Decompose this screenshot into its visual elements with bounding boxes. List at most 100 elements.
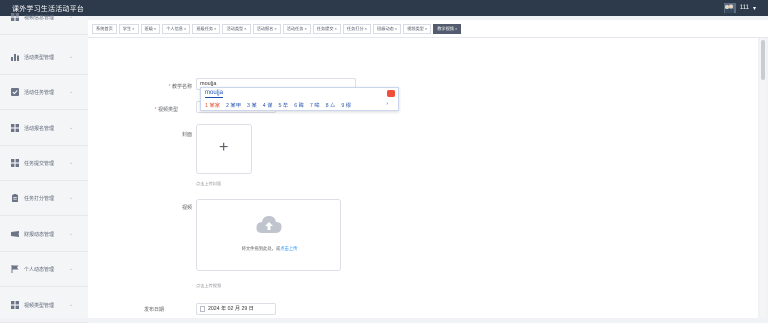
ime-candidate[interactable]: 2 某甲 [226, 101, 241, 109]
tab[interactable]: 个人信息 × [162, 24, 191, 34]
tab-label[interactable]: 活动报名 [257, 25, 274, 33]
click-upload-link[interactable]: 点击上传 [280, 246, 297, 251]
grid-icon [11, 13, 19, 21]
tab[interactable]: 班级动态 × [373, 24, 402, 34]
tab-list: 系统首页 学生 × 班级 × 个人信息 × 班级任务 × 活动类型 × 活动报名 × 活动任务 × 任务提交 ×… [92, 24, 462, 34]
close-icon[interactable]: × [214, 25, 216, 33]
tab[interactable]: 班级任务 × [192, 24, 221, 34]
tab-label[interactable]: 活动类型 [226, 25, 243, 33]
ticket-icon [11, 230, 19, 238]
chevron-down-icon[interactable]: ⌄ [68, 89, 74, 95]
sidebar-item-label: 视频类型管理 [24, 302, 55, 309]
close-icon[interactable]: × [274, 25, 276, 33]
ime-candidate[interactable]: 9 缪 [341, 101, 351, 109]
tab[interactable]: 活动类型 × [222, 24, 251, 34]
tab-label[interactable]: 教学视频 [437, 25, 454, 33]
tab[interactable]: 活动任务 × [282, 24, 311, 34]
tab[interactable]: 教学视频 × [433, 24, 462, 34]
calendar-icon [200, 306, 205, 312]
ime-candidate[interactable]: 8 厶 [326, 101, 336, 109]
type-label: * 视频类型 [154, 107, 178, 113]
chevron-down-icon[interactable]: ⌄ [68, 231, 74, 237]
chevron-down-icon[interactable]: ⌄ [68, 160, 74, 166]
tab-label[interactable]: 学生 [123, 25, 131, 33]
flag-icon [11, 265, 19, 273]
sidebar: 视频信息管理 ⌄ 活动类型管理 ⌄ 活动任务管理 ⌄ 活动报名管理 ⌄ 任务提交管理 ⌄ 任务打分管… [0, 13, 88, 323]
ime-candidate[interactable]: 3 某 [247, 101, 257, 109]
video-upload-dropzone[interactable]: 将文件拖到此处，或点击上传 [196, 199, 341, 271]
video-drop-text: 将文件拖到此处，或点击上传 [241, 246, 298, 251]
caret-down-icon[interactable]: ▾ [753, 5, 756, 12]
close-icon[interactable]: × [244, 25, 246, 33]
close-icon[interactable]: × [395, 25, 397, 33]
tab-label[interactable]: 个人信息 [166, 25, 183, 33]
close-icon[interactable]: × [184, 25, 186, 33]
sidebar-item[interactable]: 任务提交管理 ⌄ [0, 146, 88, 181]
tab-label[interactable]: 班级动态 [377, 25, 394, 33]
chevron-down-icon[interactable]: ⌄ [68, 54, 74, 60]
chevron-down-icon[interactable]: ⌄ [68, 266, 74, 272]
sidebar-item-label: 任务提交管理 [24, 160, 55, 167]
main-scrollbar[interactable] [760, 38, 766, 318]
ime-candidate-list: 1 某家 2 某甲 3 某 4 谋 5 牟 6 眸 7 哞 8 厶 9 缪 [205, 101, 351, 109]
chevron-down-icon[interactable]: ⌄ [68, 125, 74, 131]
close-icon[interactable]: × [365, 25, 367, 33]
plus-icon: + [219, 139, 229, 156]
chevron-down-icon[interactable]: ⌄ [68, 14, 74, 20]
tab-label[interactable]: 任务打分 [347, 25, 364, 33]
close-icon[interactable]: × [132, 25, 134, 33]
tab[interactable]: 学生 × [118, 24, 139, 34]
tab-label[interactable]: 班级任务 [196, 25, 213, 33]
chevron-down-icon[interactable]: ⌄ [68, 302, 74, 308]
ime-candidate[interactable]: 6 眸 [294, 101, 304, 109]
grid-icon [11, 159, 19, 167]
tab-label[interactable]: 系统首页 [96, 25, 113, 33]
cloud-upload-icon [256, 216, 282, 233]
avatar [723, 3, 736, 13]
name-label: * 教学名称 [168, 84, 192, 90]
next-page-icon[interactable]: › [386, 101, 388, 107]
sidebar-item[interactable]: 任务打分管理 ⌄ [0, 181, 88, 216]
sidebar-item-label: 任务打分管理 [24, 195, 55, 202]
chevron-down-icon[interactable]: ⌄ [68, 195, 74, 201]
ime-composition: mou|ja [205, 90, 223, 98]
ime-candidate[interactable]: 5 牟 [278, 101, 288, 109]
close-icon[interactable]: × [335, 25, 337, 33]
close-icon[interactable]: × [425, 25, 427, 33]
sidebar-item[interactable]: 个人动态管理 ⌄ [0, 252, 88, 287]
close-icon[interactable]: × [455, 25, 457, 33]
user-menu[interactable]: 111 ▾ [723, 3, 756, 13]
date-label: 发布日期 [143, 307, 164, 313]
sidebar-item[interactable]: 活动报名管理 ⌄ [0, 111, 88, 146]
video-label: 视频 [181, 205, 192, 211]
publish-date-input[interactable]: 2024 年 02 月 29 日 [196, 303, 276, 315]
tab[interactable]: 视频类型 × [403, 24, 432, 34]
clipboard-icon [11, 194, 19, 202]
sidebar-item[interactable]: 视频信息管理 ⌄ [0, 0, 88, 35]
sidebar-item[interactable]: 活动任务管理 ⌄ [0, 75, 88, 110]
sidebar-item-label: 活动类型管理 [24, 54, 55, 61]
close-icon[interactable]: × [304, 25, 306, 33]
ime-candidate[interactable]: 1 某家 [205, 101, 220, 109]
close-icon[interactable]: × [154, 25, 156, 33]
sidebar-item[interactable]: 活动类型管理 ⌄ [0, 40, 88, 75]
tab[interactable]: 系统首页 [92, 24, 117, 34]
tab-label[interactable]: 视频类型 [407, 25, 424, 33]
sidebar-item-label: 视频信息管理 [24, 14, 55, 21]
user-name[interactable]: 111 [740, 5, 749, 11]
main-content [88, 38, 758, 318]
ime-candidate[interactable]: 4 谋 [263, 101, 273, 109]
tab[interactable]: 班级 × [140, 24, 161, 34]
sidebar-item[interactable]: 财报动态管理 ⌄ [0, 217, 88, 252]
tab-label[interactable]: 任务提交 [317, 25, 334, 33]
tab-label[interactable]: 活动任务 [287, 25, 304, 33]
cover-upload[interactable]: + [196, 124, 252, 174]
sidebar-item-label: 活动任务管理 [24, 89, 55, 96]
scrollbar-thumb[interactable] [761, 40, 765, 80]
ime-candidate[interactable]: 7 哞 [310, 101, 320, 109]
video-hint: 点击上传视频 [196, 283, 222, 288]
tab[interactable]: 活动报名 × [252, 24, 281, 34]
tab[interactable]: 任务打分 × [342, 24, 371, 34]
tab[interactable]: 任务提交 × [312, 24, 341, 34]
tab-label[interactable]: 班级 [145, 25, 153, 33]
